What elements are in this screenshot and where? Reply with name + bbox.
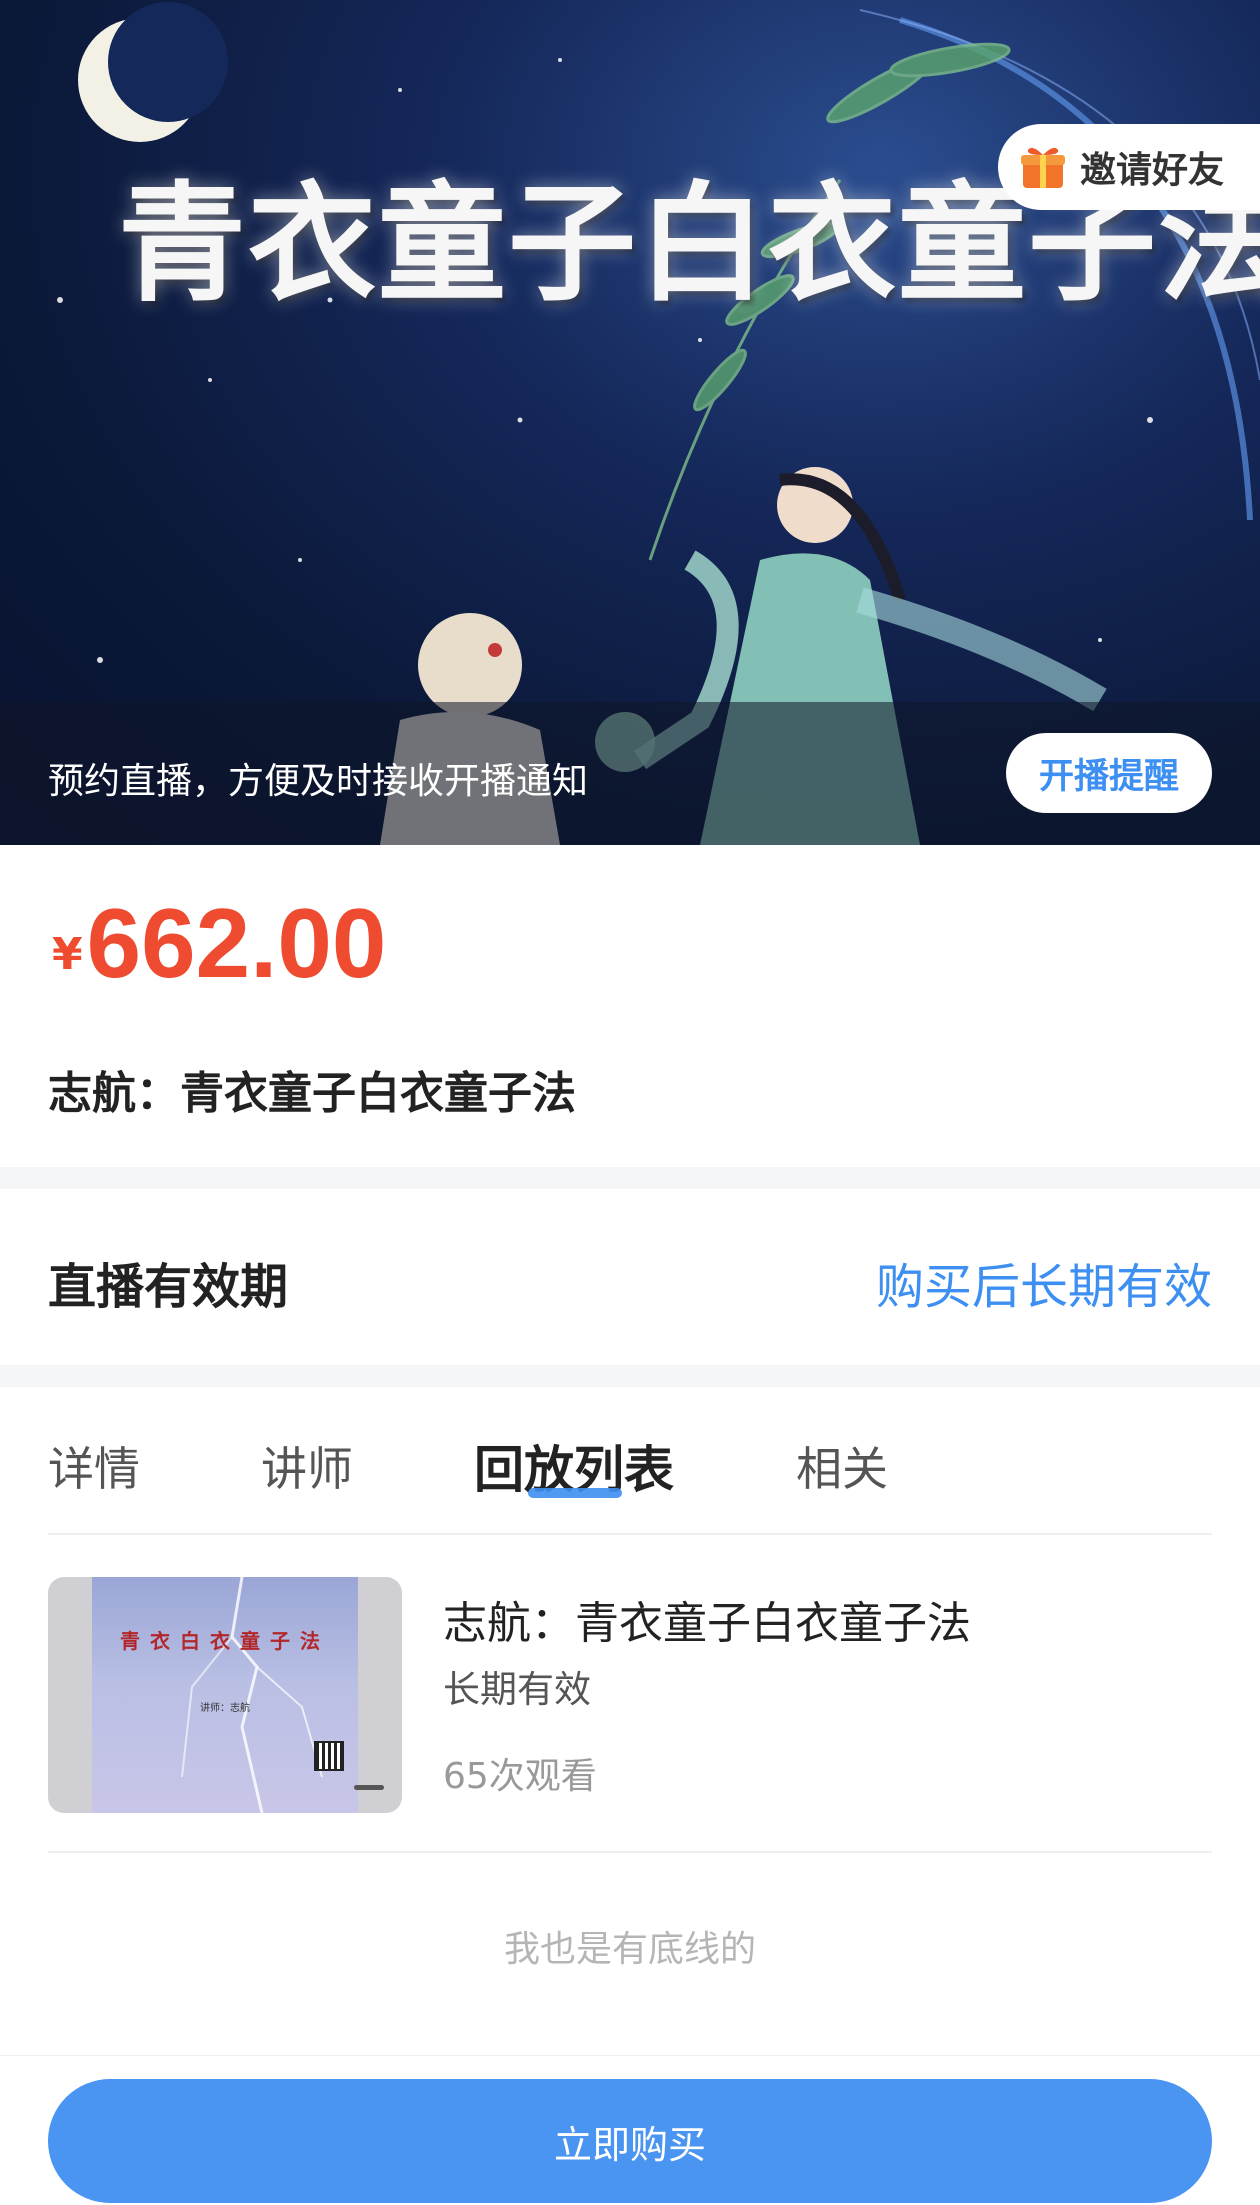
course-banner: 青衣童子白衣童子法 邀请好友 预约直播，方便及时接收开播通知 开播提醒 — [0, 0, 1260, 845]
thumbnail-title: 青衣白衣童子法 — [120, 1629, 330, 1653]
validity-value: 购买后长期有效 — [875, 1259, 1212, 1315]
replay-title: 志航：青衣童子白衣童子法 — [443, 1598, 971, 1649]
buy-now-button[interactable]: 立即购买 — [48, 2079, 1212, 2203]
validity-label: 直播有效期 — [48, 1259, 289, 1315]
validity-row: 直播有效期 购买后长期有效 — [0, 1189, 1260, 1365]
thumbnail-bar — [354, 1785, 384, 1790]
qr-code-icon — [314, 1741, 344, 1771]
tab-related[interactable]: 相关 — [796, 1433, 888, 1499]
section-divider — [0, 1365, 1260, 1387]
replay-validity: 长期有效 — [443, 1668, 591, 1711]
tab-lecturer[interactable]: 讲师 — [261, 1433, 353, 1499]
gift-icon — [1021, 147, 1065, 188]
live-reminder-bar: 预约直播，方便及时接收开播通知 开播提醒 — [0, 702, 1260, 845]
currency-symbol: ¥ — [52, 929, 83, 980]
end-of-list-text: 我也是有底线的 — [503, 1929, 756, 1970]
thumbnail-cover: 青衣白衣童子法 讲师：志航 — [92, 1577, 358, 1813]
item-divider — [48, 1851, 1212, 1853]
content-tabs: 详情 讲师 回放列表 相关 — [0, 1387, 1260, 1535]
price-value: 662.00 — [86, 888, 387, 998]
price: ¥662.00 — [52, 887, 386, 1000]
invite-friends-label: 邀请好友 — [1080, 150, 1225, 191]
section-divider — [0, 1167, 1260, 1189]
course-title: 志航：青衣童子白衣童子法 — [48, 1068, 576, 1119]
thumbnail-teacher: 讲师：志航 — [200, 1703, 250, 1714]
active-tab-indicator — [528, 1488, 622, 1498]
invite-friends-button[interactable]: 邀请好友 — [998, 124, 1260, 210]
replay-view-count: 65次观看 — [443, 1756, 597, 1797]
live-reminder-button[interactable]: 开播提醒 — [1006, 733, 1212, 813]
lightning-illustration — [181, 1577, 323, 1813]
replay-list-item[interactable]: 青衣白衣童子法 讲师：志航 志航：青衣童子白衣童子法 长期有效 65次观看 — [0, 1537, 1260, 1853]
footer-bar: 立即购买 — [0, 2055, 1260, 2205]
reminder-text: 预约直播，方便及时接收开播通知 — [48, 761, 589, 802]
tabs-divider — [48, 1533, 1212, 1535]
tab-details[interactable]: 详情 — [48, 1433, 140, 1499]
replay-thumbnail[interactable]: 青衣白衣童子法 讲师：志航 — [48, 1577, 402, 1813]
price-section: ¥662.00 志航：青衣童子白衣童子法 — [0, 845, 1260, 1167]
